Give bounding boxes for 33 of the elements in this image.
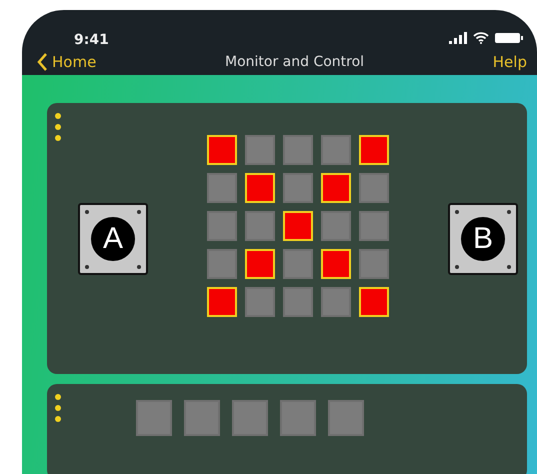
led-square[interactable]: [184, 400, 220, 436]
led-square[interactable]: [136, 400, 172, 436]
led-square[interactable]: [232, 400, 268, 436]
led-square[interactable]: [321, 134, 351, 164]
led-square[interactable]: [245, 210, 275, 240]
wifi-icon: [473, 32, 489, 44]
battery-icon: [495, 32, 523, 44]
led-square[interactable]: [359, 210, 389, 240]
led-square[interactable]: [283, 134, 313, 164]
led-square[interactable]: [283, 248, 313, 278]
menu-icon[interactable]: [54, 393, 62, 423]
led-square[interactable]: [283, 172, 313, 202]
led-square[interactable]: [207, 210, 237, 240]
menu-icon[interactable]: [54, 112, 62, 142]
led-square[interactable]: [328, 400, 364, 436]
led-square[interactable]: [207, 172, 237, 202]
back-link[interactable]: Home: [36, 52, 96, 72]
status-time: 9:41: [74, 32, 109, 48]
screen-title: Monitor and Control: [225, 54, 364, 70]
led-square[interactable]: [321, 286, 351, 316]
led-square[interactable]: [280, 400, 316, 436]
help-link[interactable]: Help: [492, 53, 527, 71]
led-square[interactable]: [321, 210, 351, 240]
button[interactable]: B: [448, 202, 518, 274]
led-square[interactable]: [359, 172, 389, 202]
button[interactable]: A: [78, 202, 148, 274]
led-square[interactable]: [245, 286, 275, 316]
led-square[interactable]: [245, 134, 275, 164]
led-square[interactable]: [359, 248, 389, 278]
led-square[interactable]: [207, 248, 237, 278]
chevron-left-icon: [36, 52, 48, 72]
led-square[interactable]: [283, 286, 313, 316]
signal-icon: [449, 32, 467, 44]
